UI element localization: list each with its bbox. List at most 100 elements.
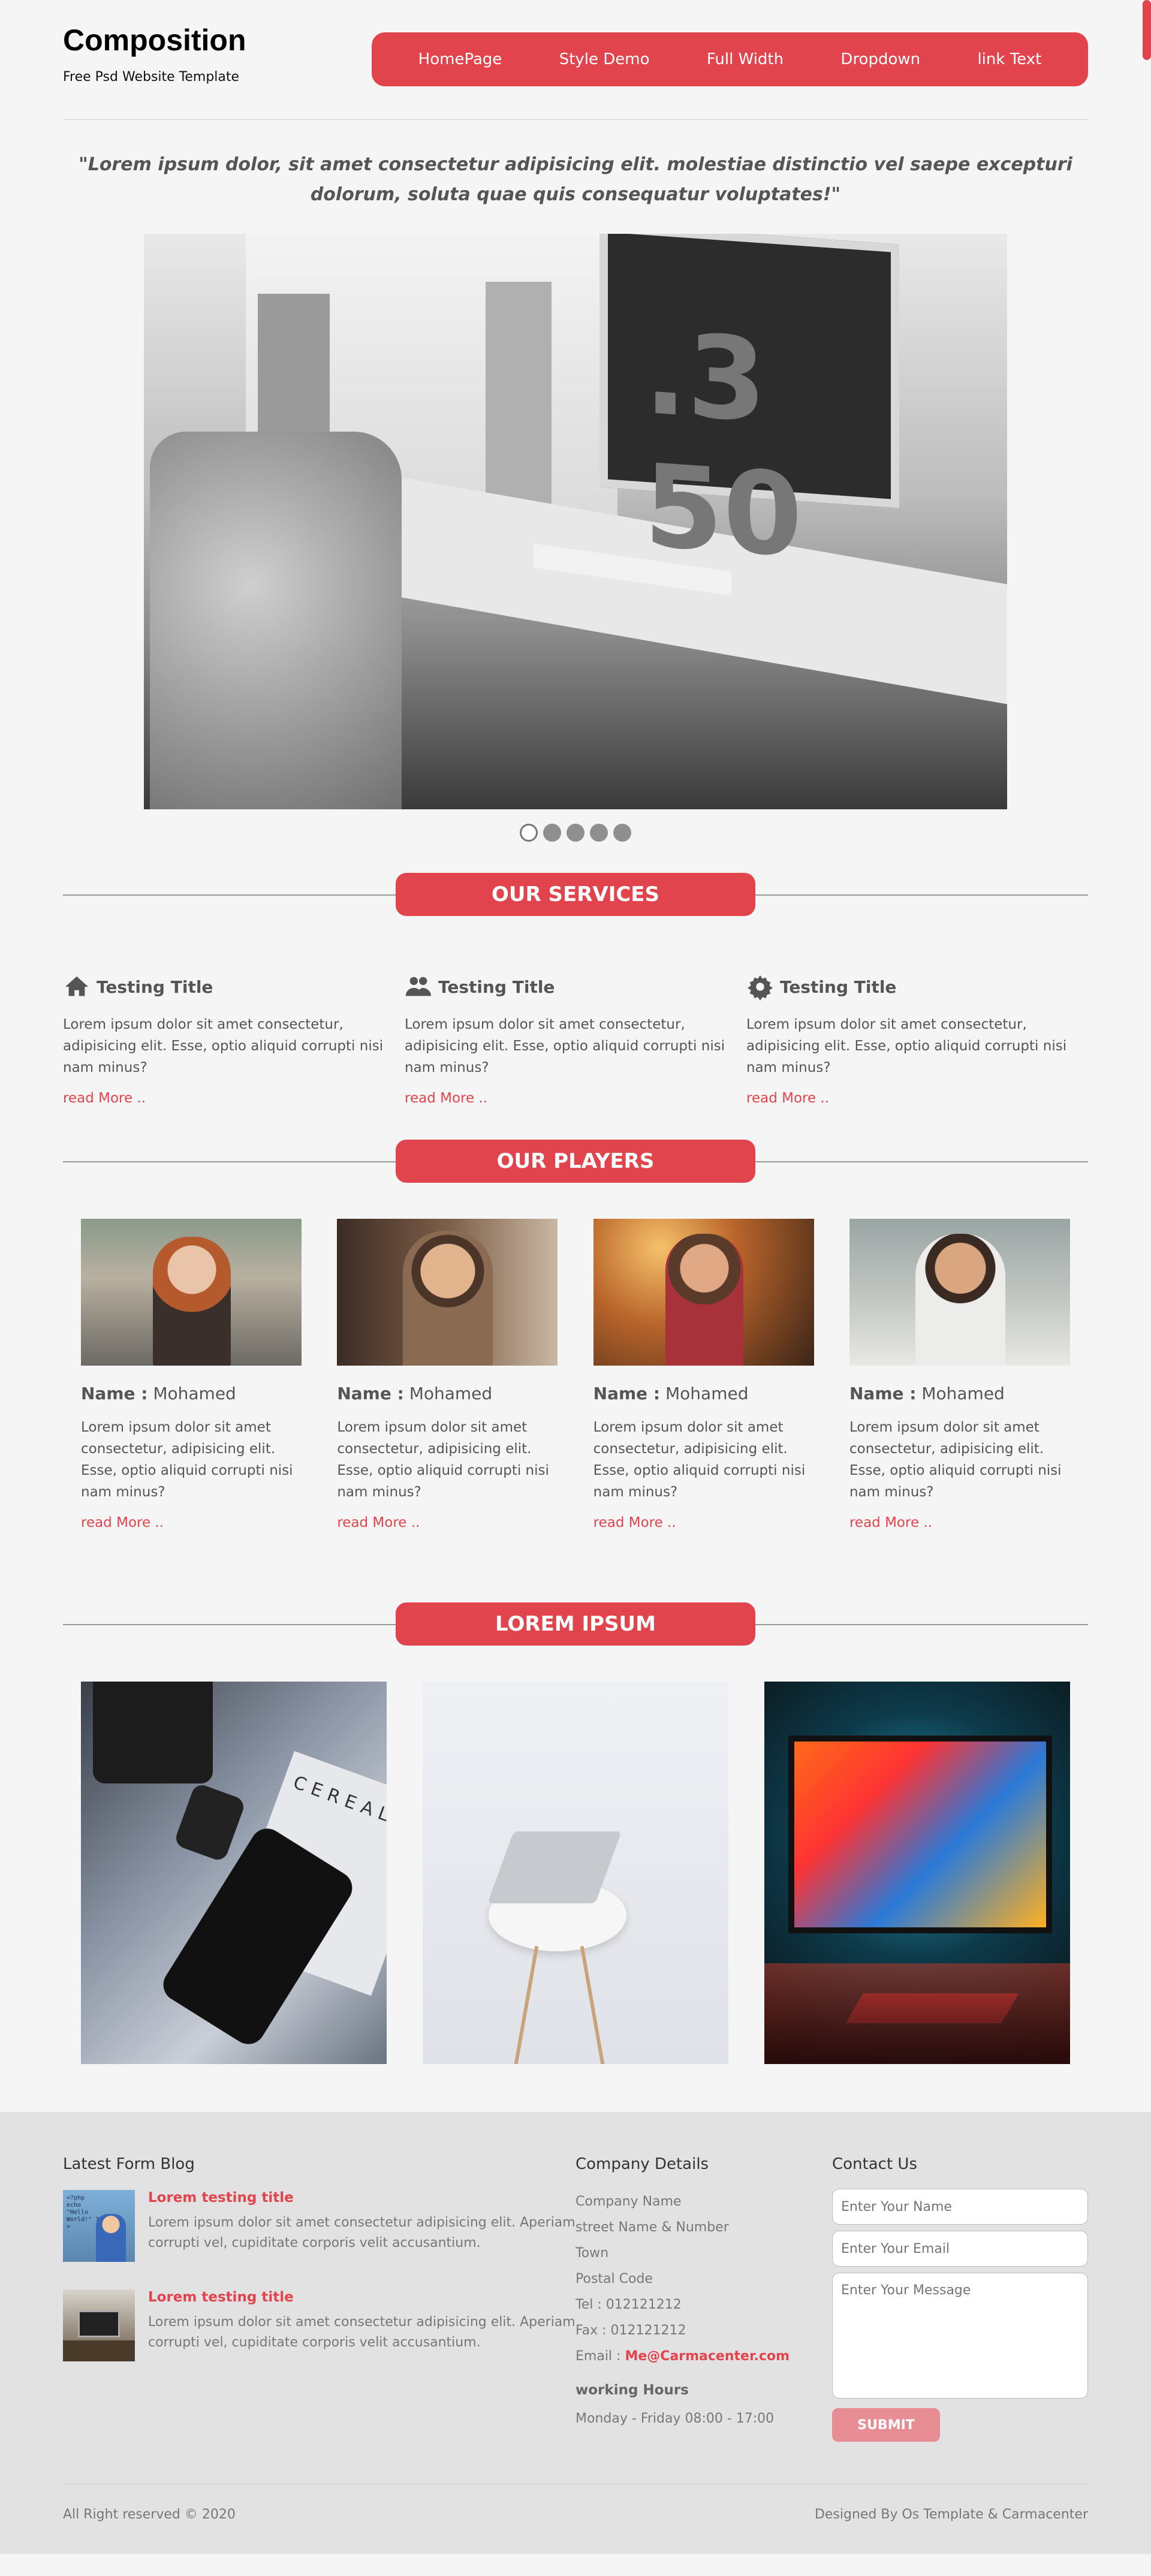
blog-post-thumbnail[interactable] bbox=[63, 2289, 135, 2361]
players-heading: OUR PLAYERS bbox=[63, 1140, 1088, 1183]
service-read-more[interactable]: read More .. bbox=[405, 1090, 487, 1106]
gallery: CEREAL bbox=[63, 1682, 1088, 2064]
service-title-text: Testing Title bbox=[780, 977, 897, 997]
photo-figure bbox=[915, 1234, 1005, 1366]
hero-building bbox=[486, 282, 552, 510]
player-name: Name : Mohamed bbox=[81, 1384, 302, 1403]
email-input[interactable] bbox=[832, 2231, 1088, 2267]
photo-chair-leg bbox=[514, 1945, 539, 2064]
player-text: Lorem ipsum dolor sit amet consectetur, … bbox=[337, 1420, 549, 1500]
company-fax: Fax : 012121212 bbox=[576, 2323, 686, 2338]
photo-screen bbox=[788, 1736, 1052, 1933]
service-title-text: Testing Title bbox=[97, 977, 213, 997]
service-item: Testing Title Lorem ipsum dolor sit amet… bbox=[746, 973, 1088, 1106]
slider-dot-5[interactable] bbox=[613, 824, 632, 842]
service-title: Testing Title bbox=[746, 973, 1088, 1001]
player-name-value: Mohamed bbox=[921, 1384, 1005, 1403]
blog-post: <?php echo "Hello World!" ?> Lorem testi… bbox=[63, 2190, 576, 2262]
slider-dot-2[interactable] bbox=[543, 824, 561, 842]
service-title-text: Testing Title bbox=[438, 977, 555, 997]
site-subtitle: Free Psd Website Template bbox=[63, 70, 240, 85]
service-title: Testing Title bbox=[63, 973, 405, 1001]
player-name-label: Name : bbox=[849, 1384, 917, 1403]
player-name: Name : Mohamed bbox=[849, 1384, 1070, 1403]
players-list: Name : Mohamed Lorem ipsum dolor sit ame… bbox=[63, 1219, 1088, 1530]
hero-slide-image: .3 50 bbox=[144, 234, 1007, 809]
company-postal: Postal Code bbox=[576, 2271, 653, 2286]
company-street: street Name & Number bbox=[576, 2220, 729, 2235]
nav-homepage[interactable]: HomePage bbox=[418, 50, 502, 68]
player-read-more[interactable]: read More .. bbox=[593, 1515, 676, 1530]
slider-dot-1[interactable] bbox=[519, 824, 538, 842]
photo-floor bbox=[764, 1963, 1070, 2064]
hours-text: Monday - Friday 08:00 - 17:00 bbox=[576, 2411, 775, 2426]
company-name: Company Name bbox=[576, 2194, 682, 2209]
service-text: Lorem ipsum dolor sit amet consectetur, … bbox=[405, 1017, 725, 1075]
message-textarea[interactable] bbox=[832, 2273, 1088, 2399]
nav-full-width[interactable]: Full Width bbox=[707, 50, 784, 68]
blog-post: Lorem testing title Lorem ipsum dolor si… bbox=[63, 2289, 576, 2361]
nav-dropdown[interactable]: Dropdown bbox=[840, 50, 920, 68]
service-text: Lorem ipsum dolor sit amet consectetur, … bbox=[63, 1017, 384, 1075]
gallery-image-phone-watch[interactable]: CEREAL bbox=[81, 1682, 387, 2064]
player-card: Name : Mohamed Lorem ipsum dolor sit ame… bbox=[81, 1219, 302, 1530]
services-list: Testing Title Lorem ipsum dolor sit amet… bbox=[63, 973, 1088, 1106]
player-read-more[interactable]: read More .. bbox=[81, 1515, 164, 1530]
service-read-more[interactable]: read More .. bbox=[746, 1090, 829, 1106]
player-text: Lorem ipsum dolor sit amet consectetur, … bbox=[593, 1420, 806, 1500]
services-title: OUR SERVICES bbox=[396, 873, 755, 916]
photo-figure bbox=[665, 1234, 743, 1366]
designed-by-text: Designed By Os Template & Carmacenter bbox=[814, 2507, 1088, 2522]
slider-dot-4[interactable] bbox=[590, 824, 608, 842]
copyright-text: All Right reserved © 2020 bbox=[63, 2507, 236, 2522]
nav-link-text[interactable]: link Text bbox=[977, 50, 1041, 68]
company-town: Town bbox=[576, 2246, 609, 2261]
email-label: Email : bbox=[576, 2349, 621, 2364]
gallery-image-monitor[interactable] bbox=[764, 1682, 1070, 2064]
site-footer: Latest Form Blog <?php echo "Hello World… bbox=[0, 2112, 1151, 2554]
hero-monitor: .3 50 bbox=[599, 234, 899, 583]
contact-heading: Contact Us bbox=[832, 2155, 917, 2173]
player-name: Name : Mohamed bbox=[337, 1384, 558, 1403]
intro-quote: "Lorem ipsum dolor, sit amet consectetur… bbox=[79, 154, 1072, 205]
footer-bottom-bar: All Right reserved © 2020 Designed By Os… bbox=[63, 2484, 1088, 2522]
gallery-title: LOREM IPSUM bbox=[396, 1602, 755, 1646]
player-photo bbox=[849, 1219, 1070, 1366]
site-title[interactable]: Composition bbox=[63, 23, 246, 58]
hero-monitor-text: .3 50 bbox=[644, 306, 803, 583]
player-name-label: Name : bbox=[593, 1384, 661, 1403]
player-text: Lorem ipsum dolor sit amet consectetur, … bbox=[81, 1420, 293, 1500]
contact-column: Contact Us SUBMIT bbox=[832, 2155, 1088, 2442]
email-link[interactable]: Me@Carmacenter.com bbox=[625, 2349, 790, 2364]
photo-cup bbox=[93, 1682, 213, 1783]
photo-figure bbox=[403, 1231, 493, 1366]
gallery-image-laptop-chair[interactable] bbox=[423, 1682, 728, 2064]
submit-button[interactable]: SUBMIT bbox=[832, 2408, 940, 2442]
users-icon bbox=[405, 977, 432, 996]
blog-post-text: Lorem ipsum dolor sit amet consectetur a… bbox=[148, 2315, 576, 2350]
nav-style-demo[interactable]: Style Demo bbox=[559, 50, 650, 68]
blog-post-title[interactable]: Lorem testing title bbox=[148, 2190, 576, 2206]
player-read-more[interactable]: read More .. bbox=[849, 1515, 932, 1530]
site-header: Composition Free Psd Website Template Ho… bbox=[63, 0, 1088, 120]
photo-figure bbox=[96, 2214, 126, 2262]
services-heading: OUR SERVICES bbox=[63, 873, 1088, 916]
service-text: Lorem ipsum dolor sit amet consectetur, … bbox=[746, 1017, 1067, 1075]
company-column: Company Details Company Name street Name… bbox=[576, 2155, 832, 2442]
service-item: Testing Title Lorem ipsum dolor sit amet… bbox=[63, 973, 405, 1106]
scrollbar-thumb[interactable] bbox=[1143, 0, 1151, 60]
player-name-value: Mohamed bbox=[409, 1384, 493, 1403]
service-read-more[interactable]: read More .. bbox=[63, 1090, 146, 1106]
name-input[interactable] bbox=[832, 2189, 1088, 2225]
company-details: Company Name street Name & Number Town P… bbox=[576, 2189, 832, 2369]
service-title: Testing Title bbox=[405, 973, 746, 1001]
photo-desk bbox=[63, 2340, 135, 2361]
slider-dot-3[interactable] bbox=[567, 824, 584, 842]
blog-post-thumbnail[interactable]: <?php echo "Hello World!" ?> bbox=[63, 2190, 135, 2262]
slider-dots bbox=[0, 824, 1151, 844]
gear-icon bbox=[747, 975, 773, 1001]
blog-post-title[interactable]: Lorem testing title bbox=[148, 2289, 576, 2305]
photo-laptop bbox=[78, 2310, 120, 2337]
service-item: Testing Title Lorem ipsum dolor sit amet… bbox=[405, 973, 746, 1107]
player-read-more[interactable]: read More .. bbox=[337, 1515, 420, 1530]
